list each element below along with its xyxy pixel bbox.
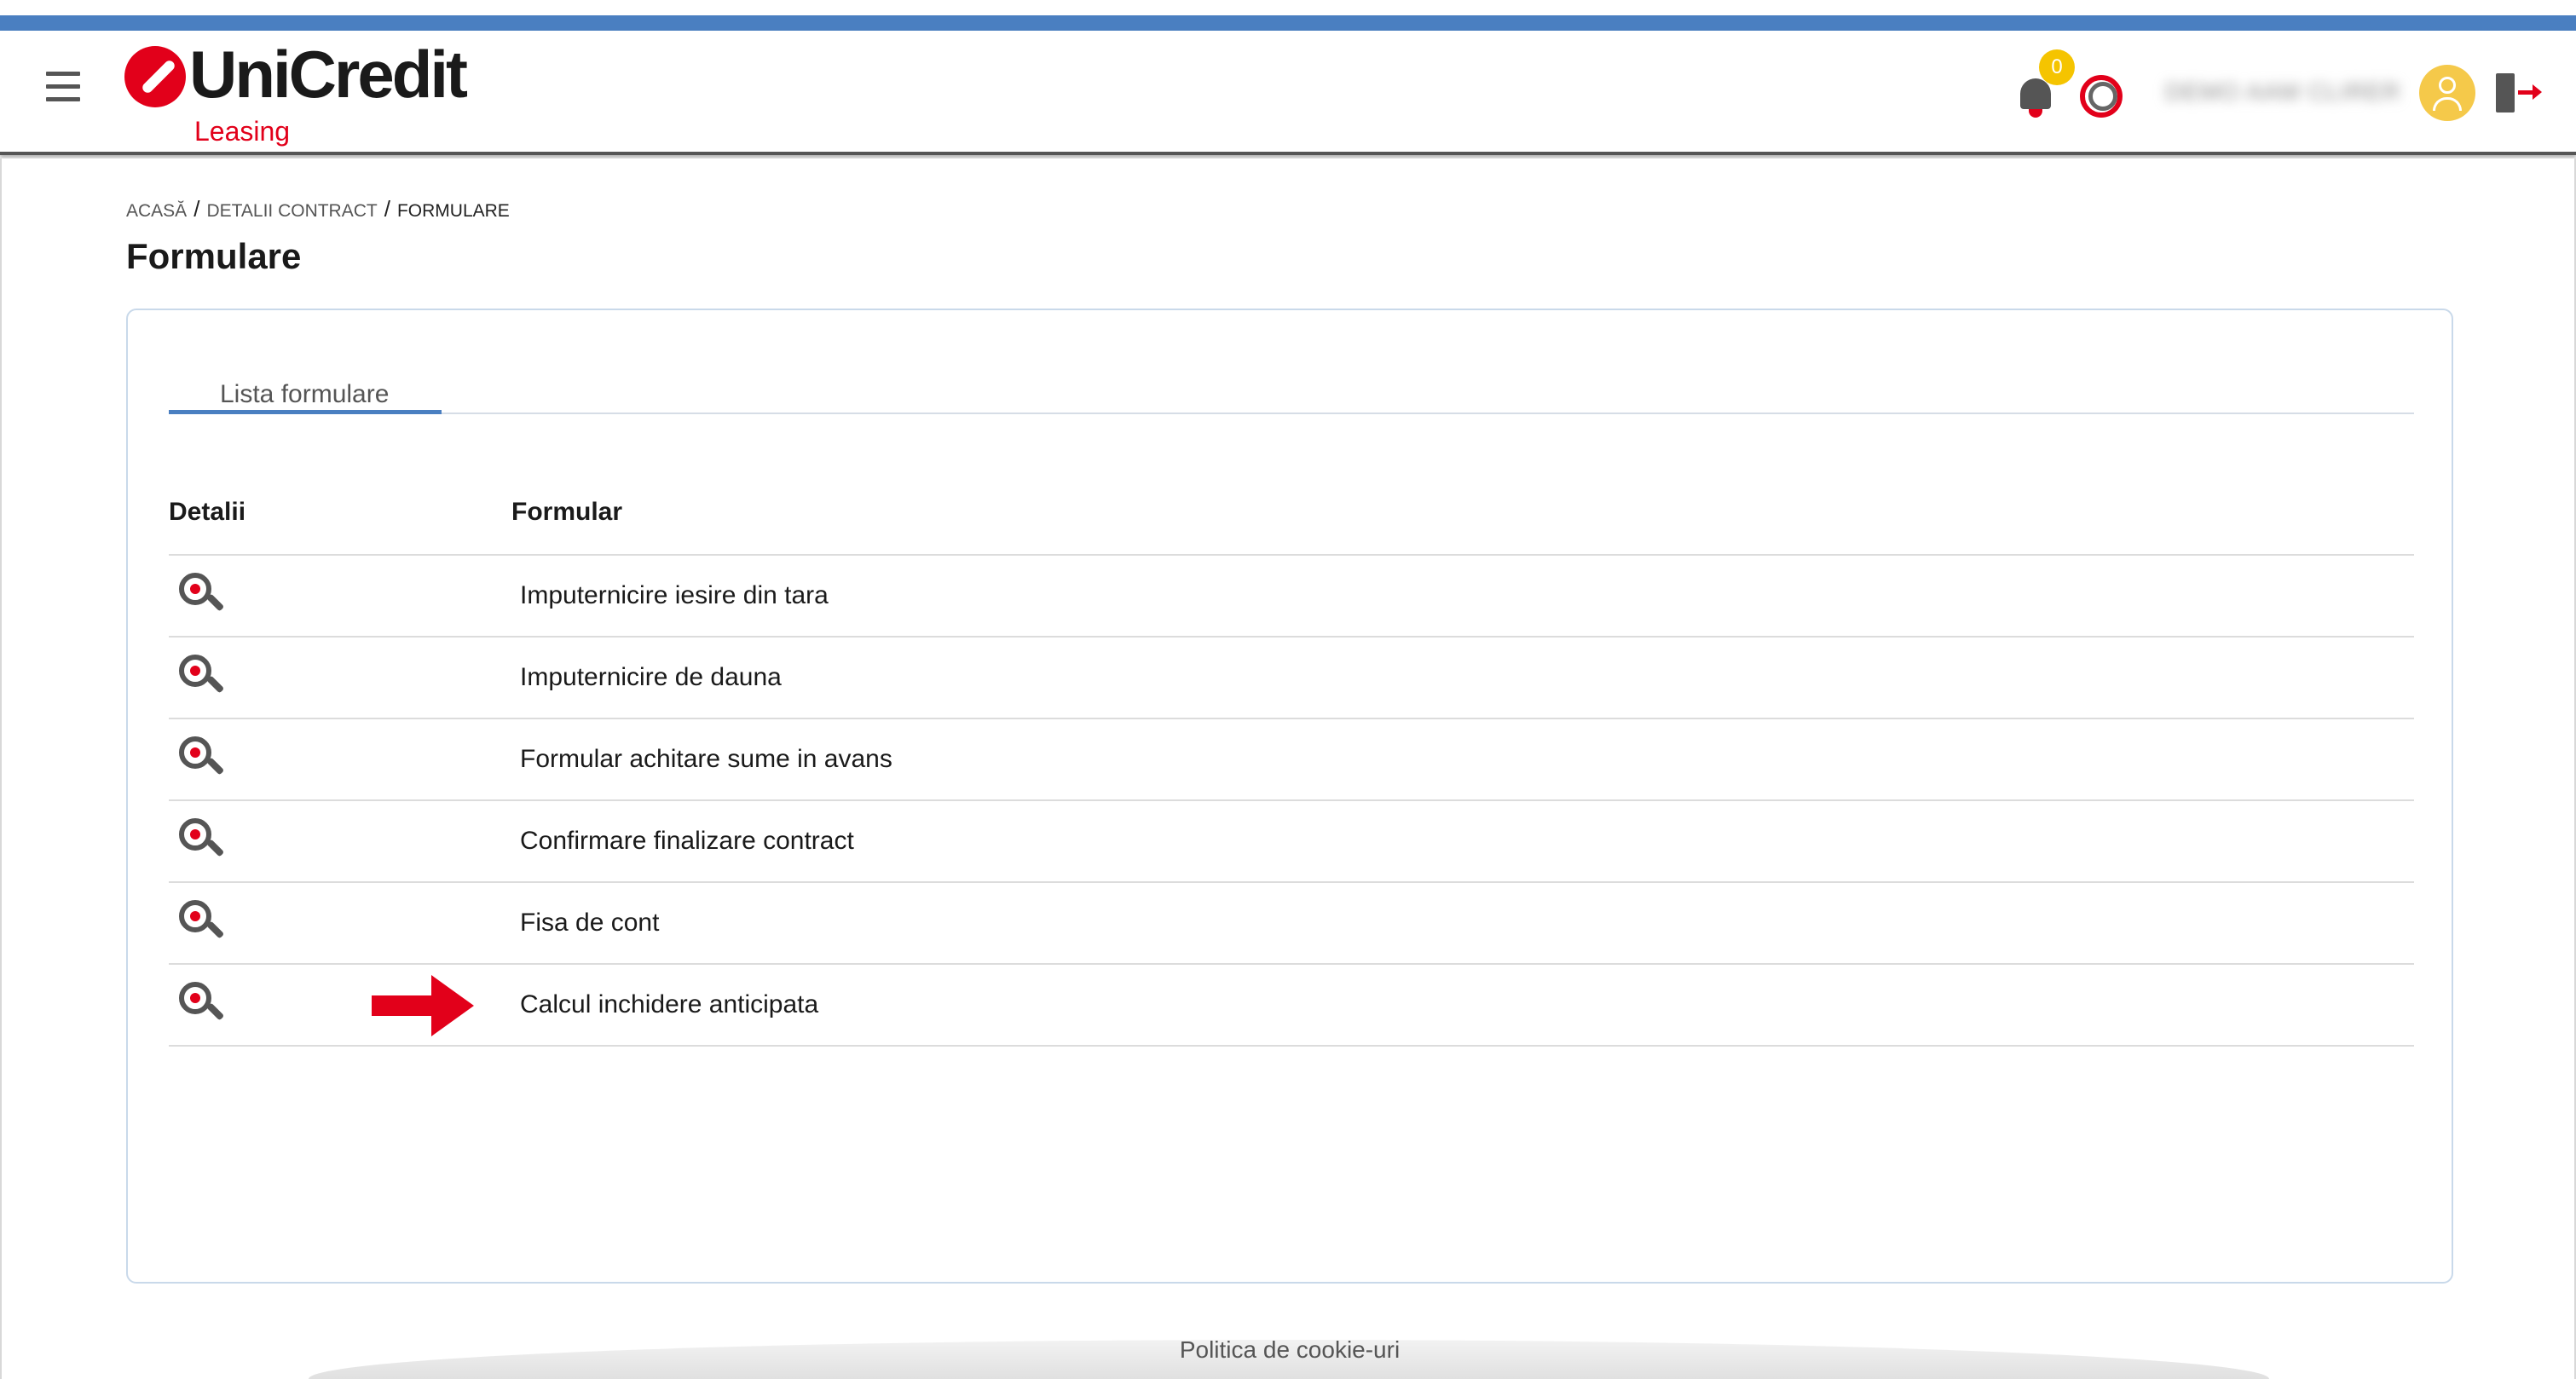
breadcrumb-item-detalii-contract[interactable]: DETALII CONTRACT	[206, 201, 377, 221]
breadcrumb: ACASĂ / DETALII CONTRACT / FORMULARE	[126, 198, 510, 220]
logout-icon[interactable]	[2492, 73, 2542, 116]
table-row: Fisa de cont	[169, 883, 2414, 965]
cookie-policy-link[interactable]: Politica de cookie-uri	[2, 1338, 2576, 1362]
tab-label: Lista formulare	[220, 380, 390, 408]
zoom-icon[interactable]	[179, 900, 225, 946]
page-title: Formulare	[126, 236, 302, 276]
zoom-icon[interactable]	[179, 573, 225, 619]
table-row: Formular achitare sume in avans	[169, 719, 2414, 801]
column-header-formular: Formular	[511, 498, 623, 526]
column-header-detalii: Detalii	[169, 498, 246, 526]
hamburger-menu-icon[interactable]	[46, 72, 80, 102]
tab-bar: Lista formulare	[169, 365, 2414, 414]
form-name[interactable]: Calcul inchidere anticipata	[520, 992, 818, 1018]
zoom-icon[interactable]	[179, 982, 225, 1028]
app-header: UniCredit Leasing 0 DEMO AAM CLIRER	[0, 31, 2576, 155]
avatar-icon[interactable]	[2419, 65, 2475, 121]
breadcrumb-item-formulare: FORMULARE	[396, 201, 510, 221]
main-content: ACASĂ / DETALII CONTRACT / FORMULARE Formula…	[0, 159, 2576, 1379]
table-row: Calcul inchidere anticipata	[169, 965, 2414, 1047]
unicredit-logo-icon	[124, 46, 186, 107]
table-row: Imputernicire iesire din tara	[169, 556, 2414, 638]
top-strip	[0, 0, 2576, 15]
breadcrumb-separator: /	[384, 196, 390, 222]
tab-lista-formulare[interactable]: Lista formulare	[169, 365, 442, 414]
username-label: DEMO AAM CLIRER	[2165, 78, 2401, 105]
forms-table: Detalii Formular Imputernicire iesire di…	[169, 481, 2414, 1047]
unicredit-leasing-logo[interactable]: UniCredit Leasing	[124, 41, 468, 147]
table-row: Confirmare finalizare contract	[169, 801, 2414, 883]
zoom-icon[interactable]	[179, 736, 225, 782]
form-name[interactable]: Formular achitare sume in avans	[520, 747, 892, 772]
table-header: Detalii Formular	[169, 481, 2414, 556]
table-row: Imputernicire de dauna	[169, 638, 2414, 719]
zoom-icon[interactable]	[179, 655, 225, 701]
breadcrumb-item-acasa[interactable]: ACASĂ	[126, 201, 187, 221]
form-name[interactable]: Confirmare finalizare contract	[520, 828, 854, 854]
zoom-icon[interactable]	[179, 818, 225, 864]
red-arrow-annotation-icon	[372, 975, 474, 1036]
forms-card: Lista formulare Detalii Formular Imputer…	[126, 309, 2453, 1284]
globe-icon[interactable]	[2080, 75, 2123, 118]
breadcrumb-separator: /	[193, 196, 200, 222]
logo-text: UniCredit	[189, 37, 468, 112]
form-name[interactable]: Fisa de cont	[520, 910, 659, 936]
form-name[interactable]: Imputernicire iesire din tara	[520, 583, 829, 609]
form-name[interactable]: Imputernicire de dauna	[520, 665, 782, 690]
notification-count-badge: 0	[2039, 49, 2075, 85]
accent-bar	[0, 15, 2576, 31]
logo-subtitle: Leasing	[194, 116, 291, 147]
